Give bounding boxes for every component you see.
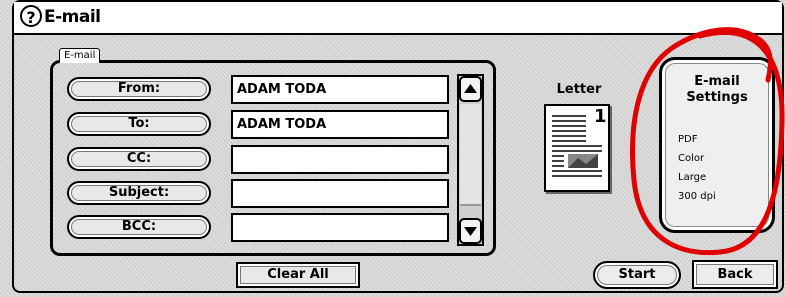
color-value: Color bbox=[678, 153, 705, 164]
cc-field[interactable] bbox=[231, 145, 449, 174]
email-settings-title-line1: E-mail bbox=[694, 74, 740, 89]
scroll-up-icon bbox=[464, 84, 477, 93]
bcc-field[interactable] bbox=[231, 213, 449, 242]
clear-all-button[interactable]: Clear All bbox=[236, 262, 360, 288]
from-field[interactable]: ADAM TODA bbox=[231, 75, 449, 104]
title-bar bbox=[14, 2, 782, 35]
scroll-down-icon bbox=[464, 227, 477, 236]
field-scrollbar[interactable] bbox=[457, 74, 484, 246]
subject-field[interactable] bbox=[231, 179, 449, 208]
scroll-down-button[interactable] bbox=[459, 218, 482, 244]
bcc-button[interactable]: BCC: bbox=[67, 215, 211, 239]
email-settings-title-line2: Settings bbox=[686, 90, 748, 105]
size-value: Large bbox=[678, 172, 707, 183]
resolution-value: 300 dpi bbox=[678, 191, 716, 202]
scroll-thumb[interactable] bbox=[460, 104, 481, 206]
cc-button[interactable]: CC: bbox=[67, 147, 211, 171]
scroll-up-button[interactable] bbox=[459, 76, 482, 102]
page-number: 1 bbox=[593, 106, 608, 127]
to-field[interactable]: ADAM TODA bbox=[231, 110, 449, 139]
back-button[interactable]: Back bbox=[692, 260, 778, 289]
email-settings-button[interactable]: E-mail Settings PDF Color Large 300 dpi bbox=[659, 57, 775, 233]
window-title: E-mail bbox=[44, 7, 101, 27]
from-button[interactable]: From: bbox=[67, 77, 211, 101]
subject-button[interactable]: Subject: bbox=[67, 181, 211, 205]
email-settings-title: E-mail Settings bbox=[662, 74, 772, 106]
email-group-label: E-mail bbox=[59, 48, 101, 63]
start-button[interactable]: Start bbox=[593, 261, 681, 289]
to-button[interactable]: To: bbox=[67, 112, 211, 136]
help-icon[interactable]: ? bbox=[20, 5, 42, 27]
format-value: PDF bbox=[678, 134, 698, 145]
paper-size-label: Letter bbox=[556, 82, 602, 97]
